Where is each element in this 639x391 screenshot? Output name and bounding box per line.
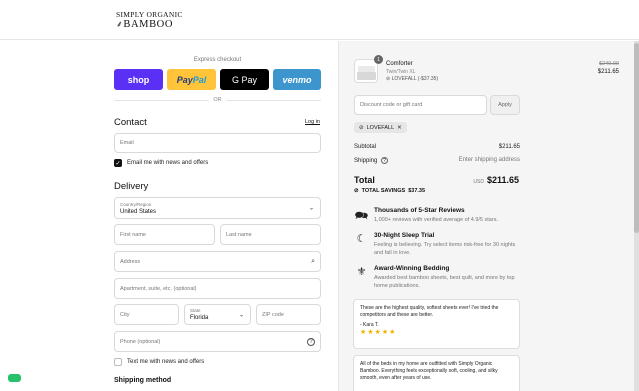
review-text: These are the highest quality, softest s… <box>360 305 499 318</box>
state-select[interactable]: State Florida ⌄ <box>184 304 251 325</box>
brand-logo[interactable]: SIMPLY ORGANIC ⸙BAMBOO <box>116 10 186 30</box>
chat-widget-button[interactable] <box>8 374 21 382</box>
city-placeholder: City <box>120 311 130 318</box>
total-savings: ⊘ TOTAL SAVINGS $37.35 <box>354 188 425 194</box>
feature-desc: Awarded best bamboo sheets, best quilt, … <box>374 275 515 289</box>
header: SIMPLY ORGANIC ⸙BAMBOO <box>0 0 639 40</box>
feature-desc: 1,000+ reviews with verified average of … <box>374 217 498 223</box>
brand-line-2: ⸙BAMBOO <box>116 19 174 30</box>
review-card: All of the beds in my home are outfitted… <box>353 355 520 391</box>
email-news-checkbox[interactable]: ✓ <box>114 159 122 167</box>
total-value: USD $211.65 <box>473 175 519 185</box>
delivery-heading: Delivery <box>114 181 149 192</box>
order-summary: 1 Comforter Twin/Twin XL ⊘ LOVEFALL (-$3… <box>338 41 639 391</box>
discount-placeholder: Discount code or gift card <box>360 102 423 108</box>
help-icon[interactable]: ? <box>381 157 389 164</box>
review-chat-icon: 🗪 <box>354 210 369 222</box>
scrollbar-thumb[interactable] <box>634 43 639 233</box>
state-value: Florida <box>190 315 209 321</box>
shipping-value: Enter shipping address <box>458 157 520 163</box>
checkout-page: SIMPLY ORGANIC ⸙BAMBOO Express checkout … <box>0 0 639 391</box>
feature-desc: Feeling is believing. Try select items r… <box>374 242 516 256</box>
apartment-placeholder: Apartment, suite, etc. (optional) <box>120 285 197 292</box>
savings-value: $37.35 <box>408 188 426 194</box>
subtotal-value: $211.65 <box>498 144 520 150</box>
last-name-field[interactable]: Last name <box>220 224 321 245</box>
help-icon[interactable]: ? <box>307 337 315 346</box>
brand-line-1: SIMPLY ORGANIC <box>116 10 183 19</box>
product-variant: Twin/Twin XL <box>386 69 416 75</box>
review-card: These are the highest quality, softest s… <box>353 299 520 349</box>
or-divider: OR <box>114 96 321 104</box>
paypal-label-b: Pal <box>192 74 207 85</box>
apartment-field[interactable]: Apartment, suite, etc. (optional) <box>114 278 321 299</box>
email-placeholder: Email <box>120 140 134 146</box>
email-news-row[interactable]: ✓ Email me with news and offers <box>114 159 208 167</box>
phone-placeholder: Phone (optional) <box>120 338 161 345</box>
apply-button[interactable]: Apply <box>490 95 520 115</box>
login-link[interactable]: Log in <box>305 119 320 125</box>
express-checkout-label: Express checkout <box>193 57 242 63</box>
product-price: $211.65 <box>597 69 619 75</box>
city-field[interactable]: City <box>114 304 179 325</box>
country-label: Country/Region <box>120 202 152 207</box>
award-icon: ⚜ <box>356 266 367 278</box>
address-placeholder: Address <box>120 258 141 265</box>
paypal-label-a: Pay <box>176 74 193 85</box>
zip-placeholder: ZIP code <box>262 311 284 318</box>
last-name-placeholder: Last name <box>226 231 252 238</box>
tag-icon: ⊘ <box>354 188 359 194</box>
chevron-down-icon: ⌄ <box>308 205 314 212</box>
product-discount: ⊘ LOVEFALL (-$37.35) <box>386 76 439 82</box>
close-icon[interactable]: ✕ <box>397 125 402 131</box>
currency: USD <box>473 179 484 185</box>
country-select[interactable]: Country/Region United States ⌄ <box>114 197 321 219</box>
quantity-badge: 1 <box>374 55 383 64</box>
feature-title: Thousands of 5-Star Reviews <box>374 207 465 214</box>
review-stars: ★★★★★ <box>360 329 397 336</box>
text-news-label: Text me with news and offers <box>127 359 205 365</box>
zip-field[interactable]: ZIP code <box>256 304 321 325</box>
or-label: OR <box>213 97 222 103</box>
review-text: All of the beds in my home are outfitted… <box>360 361 498 381</box>
chevron-down-icon: ⌄ <box>238 312 244 318</box>
savings-label: TOTAL SAVINGS <box>361 188 406 194</box>
tag-icon: ⊘ <box>386 76 391 82</box>
feature-title: Award-Winning Bedding <box>374 265 450 272</box>
paypal-button[interactable]: Pay Pal <box>167 69 216 90</box>
state-label: State <box>190 308 201 313</box>
subtotal-label: Subtotal <box>354 144 377 150</box>
total-label: Total <box>354 175 375 185</box>
feature-title: 30-Night Sleep Trial <box>374 232 435 239</box>
first-name-placeholder: First name <box>120 231 146 238</box>
discount-tag-label: LOVEFALL <box>366 124 395 131</box>
address-field[interactable]: Address ⌕ <box>114 251 321 272</box>
shipping-method-heading: Shipping method <box>114 377 172 384</box>
text-news-checkbox[interactable] <box>114 358 122 366</box>
product-name: Comforter <box>386 61 413 67</box>
first-name-field[interactable]: First name <box>114 224 215 245</box>
shipping-row: Shipping ? Enter shipping address <box>354 157 520 164</box>
moon-icon: ☾ <box>356 233 367 245</box>
email-news-label: Email me with news and offers <box>127 160 209 166</box>
discount-code-input[interactable]: Discount code or gift card <box>354 95 487 115</box>
phone-field[interactable]: Phone (optional) ? <box>114 331 321 352</box>
email-field[interactable]: Email <box>114 133 321 153</box>
shop-pay-button[interactable]: shop <box>114 69 163 90</box>
contact-heading: Contact <box>114 117 147 128</box>
discount-tag: ⊘ LOVEFALL ✕ <box>354 122 407 133</box>
venmo-button[interactable]: venmo <box>273 69 321 90</box>
country-value: United States <box>120 209 157 215</box>
text-news-row[interactable]: Text me with news and offers <box>114 358 204 366</box>
google-pay-button[interactable]: G Pay <box>220 69 269 90</box>
subtotal-row: Subtotal $211.65 <box>354 144 520 150</box>
product-old-price: $249.00 <box>599 61 619 67</box>
review-author: - Kara T. <box>360 322 379 328</box>
shipping-label: Shipping <box>354 158 378 164</box>
search-icon: ⌕ <box>311 257 315 265</box>
checkout-form: Express checkout shop Pay Pal G Pay venmo… <box>0 41 338 391</box>
tag-icon: ⊘ <box>359 124 364 131</box>
